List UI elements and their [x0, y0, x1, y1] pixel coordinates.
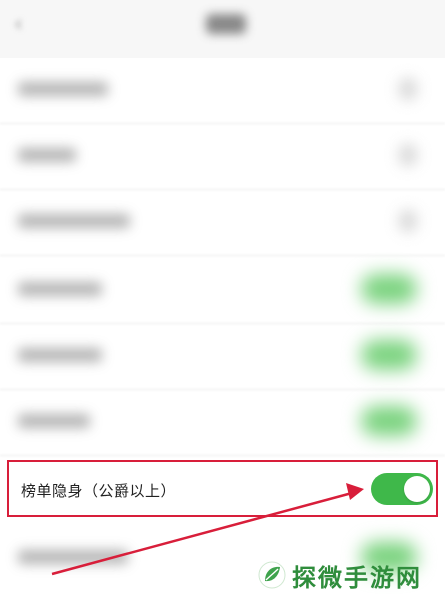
toggle-switch-blurred[interactable]	[361, 274, 417, 304]
leaf-logo-icon	[258, 561, 286, 589]
row-label-blurred	[18, 282, 102, 296]
chevron-right-icon	[399, 144, 417, 166]
nav-bar: ‹	[0, 0, 445, 58]
watermark-text: 探微手游网	[292, 563, 422, 592]
watermark: 探微手游网	[258, 558, 422, 592]
chevron-right-icon	[399, 78, 417, 100]
row-label-blurred	[18, 550, 128, 564]
settings-row-blurred[interactable]	[0, 124, 445, 190]
settings-screen: ‹ 榜单隐身（公爵以上） 探微手游网	[0, 0, 445, 600]
settings-row-blurred[interactable]	[0, 190, 445, 256]
toggle-switch-blurred[interactable]	[361, 406, 417, 436]
row-label-blurred	[18, 148, 76, 162]
row-label-blurred	[18, 414, 90, 428]
settings-row-blurred[interactable]	[0, 58, 445, 124]
leaderboard-invisible-toggle[interactable]	[371, 473, 433, 505]
page-title-blurred	[206, 14, 246, 34]
leaderboard-invisible-label: 榜单隐身（公爵以上）	[21, 482, 177, 500]
toggle-switch-blurred[interactable]	[361, 340, 417, 370]
back-arrow-icon[interactable]: ‹	[14, 14, 36, 36]
settings-row-blurred[interactable]	[0, 324, 445, 390]
settings-row-blurred[interactable]	[0, 390, 445, 456]
divider	[0, 455, 445, 456]
leaderboard-invisible-row[interactable]: 榜单隐身（公爵以上）	[7, 460, 438, 517]
settings-row-blurred[interactable]	[0, 258, 445, 324]
row-label-blurred	[18, 82, 108, 96]
toggle-knob	[404, 476, 430, 502]
row-label-blurred	[18, 214, 130, 228]
divider	[0, 255, 445, 256]
chevron-right-icon	[399, 210, 417, 232]
row-label-blurred	[18, 348, 102, 362]
